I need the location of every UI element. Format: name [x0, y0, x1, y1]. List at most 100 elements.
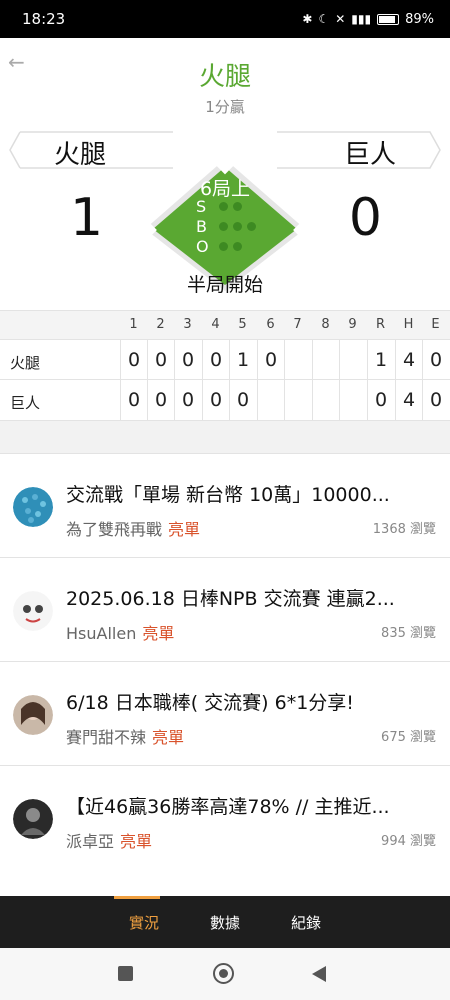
out-row: O — [196, 236, 266, 256]
runs-cell: 0 — [367, 380, 394, 420]
post-item[interactable]: 2025.06.18 日棒NPB 交流賽 連贏2... HsuAllen 亮單 8… — [0, 557, 450, 661]
out-dot — [219, 241, 228, 251]
inning-header: 3 — [183, 317, 192, 332]
score-cell: 0 — [120, 380, 147, 420]
score-cell — [312, 380, 339, 420]
ball-label: B — [196, 216, 207, 236]
errors-cell: 0 — [422, 340, 449, 380]
hits-cell: 4 — [395, 340, 422, 380]
post-author: HsuAllen — [66, 624, 137, 643]
status-time: 18:23 — [22, 10, 66, 28]
post-views: 994 瀏覽 — [381, 834, 436, 849]
strike-label: S — [196, 196, 207, 216]
signal-icon: ▮▮▮ — [351, 12, 372, 26]
post-badge: 亮單 — [168, 520, 201, 539]
post-title: 【近46贏36勝率高達78% // 主推近... — [66, 796, 390, 818]
away-team-name: 火腿 — [54, 140, 107, 170]
hits-cell: 4 — [395, 380, 422, 420]
bluetooth-icon: ✱ — [302, 12, 313, 26]
post-item[interactable]: 【近46贏36勝率高達78% // 主推近... 派卓亞 亮單 994 瀏覽 — [0, 765, 450, 869]
avatar — [13, 799, 53, 839]
hits-header: H — [403, 317, 414, 332]
score-cell — [339, 340, 366, 380]
score-cell: 0 — [147, 340, 174, 380]
post-views: 835 瀏覽 — [381, 626, 436, 641]
post-author: 賽門甜不辣 — [66, 728, 147, 747]
line-score-row-home: 巨人 0 0 0 0 0 0 4 0 — [0, 379, 450, 420]
runs-header: R — [375, 317, 386, 332]
nav-back-icon[interactable] — [312, 966, 326, 982]
score-cell: 0 — [174, 380, 201, 420]
inning-header: 7 — [293, 317, 302, 332]
score-cell: 0 — [147, 380, 174, 420]
post-author: 為了雙飛再戰 — [66, 520, 163, 539]
mute-icon: ✕ — [335, 12, 346, 26]
post-item[interactable]: 6/18 日本職棒( 交流賽) 6*1分享! 賽門甜不辣 亮單 675 瀏覽 — [0, 661, 450, 765]
game-header: ← 火腿 1分贏 火腿 巨人 1 0 6局上 S B O 半局開始 — [0, 38, 450, 308]
inning-header: 9 — [348, 317, 357, 332]
avatar — [13, 591, 53, 631]
out-dot — [233, 241, 242, 251]
ball-dot — [233, 221, 242, 231]
score-cell: 0 — [257, 340, 284, 380]
errors-cell: 0 — [422, 380, 449, 420]
errors-header: E — [431, 317, 440, 332]
battery-level: 89% — [405, 11, 434, 27]
row-team-name: 火腿 — [10, 354, 41, 372]
nav-square-icon[interactable] — [118, 966, 133, 981]
score-cell — [339, 380, 366, 420]
post-meta: HsuAllen 亮單 — [66, 620, 174, 644]
avatar — [13, 695, 53, 735]
strike-dot — [233, 201, 242, 211]
post-meta: 賽門甜不辣 亮單 — [66, 724, 184, 748]
winner-team: 火腿 — [198, 62, 251, 92]
score-cell: 0 — [120, 340, 147, 380]
post-meta: 派卓亞 亮單 — [66, 828, 152, 852]
post-author: 派卓亞 — [66, 832, 115, 851]
tab-live[interactable]: 實況 — [129, 912, 159, 933]
post-badge: 亮單 — [142, 624, 175, 643]
score-cell — [284, 380, 311, 420]
ball-dot — [247, 221, 256, 231]
score-cell — [312, 340, 339, 380]
ball-dot — [219, 221, 228, 231]
post-views: 1368 瀏覽 — [372, 522, 436, 537]
strike-dot — [219, 201, 228, 211]
battery-icon — [377, 13, 400, 25]
inning-header: 1 — [129, 317, 138, 332]
line-score-table: 1 2 3 4 5 6 7 8 9 R H E 火腿 0 0 0 0 1 0 1… — [0, 310, 450, 420]
ball-row: B — [196, 216, 266, 236]
row-team-name: 巨人 — [10, 394, 41, 412]
strike-row: S — [196, 196, 266, 216]
post-views: 675 瀏覽 — [381, 730, 436, 745]
score-cell: 0 — [229, 380, 256, 420]
post-title: 交流戰「單場 新台幣 10萬」10000... — [66, 484, 390, 506]
post-title: 2025.06.18 日棒NPB 交流賽 連贏2... — [66, 588, 395, 610]
tab-records[interactable]: 紀錄 — [291, 912, 321, 933]
section-divider — [0, 420, 450, 453]
nav-home-icon[interactable] — [213, 963, 234, 984]
system-nav-bar — [0, 948, 450, 1000]
post-item[interactable]: 交流戰「單場 新台幣 10萬」10000... 為了雙飛再戰 亮單 1368 瀏覽 — [0, 453, 450, 557]
line-score-row-away: 火腿 0 0 0 0 1 0 1 4 0 — [0, 339, 450, 380]
inning-header: 5 — [238, 317, 247, 332]
score-cell — [284, 340, 311, 380]
home-team-name: 巨人 — [343, 140, 396, 170]
score-cell: 0 — [202, 380, 229, 420]
ball-strike-out-count: S B O — [196, 196, 266, 256]
post-title: 6/18 日本職棒( 交流賽) 6*1分享! — [66, 692, 354, 714]
line-score-header: 1 2 3 4 5 6 7 8 9 R H E — [0, 311, 450, 339]
avatar — [13, 487, 53, 527]
active-tab-indicator — [114, 896, 160, 899]
inning-header: 2 — [156, 317, 165, 332]
runs-cell: 1 — [367, 340, 394, 380]
status-icons: ✱ ☾ ✕ ▮▮▮ 89% — [302, 12, 434, 27]
status-bar: 18:23 ✱ ☾ ✕ ▮▮▮ 89% — [0, 0, 450, 38]
inning-header: 8 — [321, 317, 330, 332]
inning-header: 4 — [211, 317, 220, 332]
bottom-tab-bar: 實況 數據 紀錄 — [0, 896, 450, 948]
post-meta: 為了雙飛再戰 亮單 — [66, 516, 200, 540]
out-label: O — [196, 236, 209, 256]
win-margin: 1分贏 — [205, 98, 245, 116]
tab-stats[interactable]: 數據 — [210, 912, 240, 933]
